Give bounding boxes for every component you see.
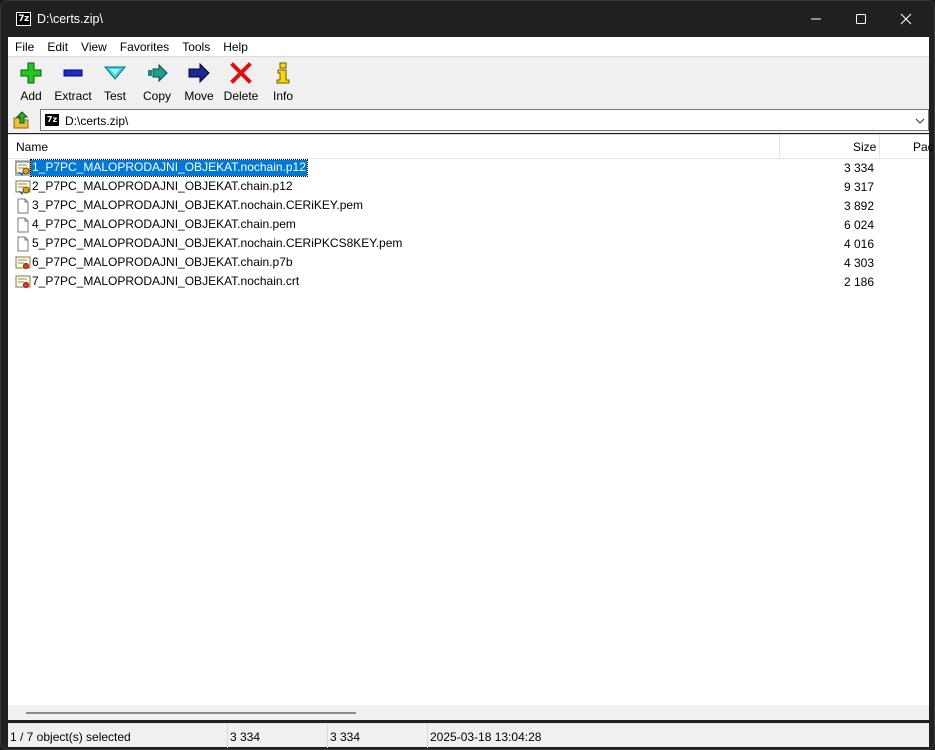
status-size: 3 334 <box>228 724 328 748</box>
file-row[interactable]: 5_P7PC_MALOPRODAJNI_OBJEKAT.nochain.CERi… <box>8 235 929 254</box>
extract-button[interactable]: Extract <box>52 57 94 107</box>
app-window: 7z D:\certs.zip\ File Edit View Favorite… <box>0 0 935 750</box>
window-title: D:\certs.zip\ <box>37 12 103 26</box>
status-bar: 1 / 7 object(s) selected 3 334 3 334 202… <box>8 723 929 748</box>
maximize-button[interactable] <box>838 1 884 37</box>
file-icon <box>15 217 31 233</box>
file-name: 3_P7PC_MALOPRODAJNI_OBJEKAT.nochain.CERi… <box>32 198 364 212</box>
add-button[interactable]: Add <box>10 57 52 107</box>
copy-icon <box>148 63 168 83</box>
column-packed[interactable]: Pac <box>913 140 934 154</box>
7zip-archive-icon: 7z <box>45 114 59 126</box>
file-icon <box>15 198 31 214</box>
file-icon <box>15 236 31 252</box>
pfx-certificate-icon <box>15 160 31 176</box>
maximize-icon <box>856 14 866 24</box>
menu-file[interactable]: File <box>8 37 40 56</box>
horizontal-scrollbar[interactable] <box>8 705 929 720</box>
file-name: 4_P7PC_MALOPRODAJNI_OBJEKAT.chain.pem <box>32 217 296 231</box>
file-rows: 1_P7PC_MALOPRODAJNI_OBJEKAT.nochain.p12 3… <box>8 159 929 292</box>
address-bar: 7z D:\certs.zip\ <box>8 107 929 133</box>
file-size: 4 016 <box>843 237 874 251</box>
move-icon <box>188 62 210 84</box>
status-selection: 1 / 7 object(s) selected <box>8 724 228 748</box>
file-row[interactable]: 3_P7PC_MALOPRODAJNI_OBJEKAT.nochain.CERi… <box>8 197 929 216</box>
menu-tools[interactable]: Tools <box>175 37 216 56</box>
column-separator[interactable] <box>779 135 780 159</box>
menu-bar: File Edit View Favorites Tools Help <box>8 37 929 56</box>
info-label: Info <box>272 89 293 103</box>
certificate-icon <box>15 255 31 271</box>
info-icon <box>276 62 290 84</box>
file-row[interactable]: 6_P7PC_MALOPRODAJNI_OBJEKAT.chain.p7b 4 3… <box>8 254 929 273</box>
add-icon <box>20 62 42 84</box>
file-name: 2_P7PC_MALOPRODAJNI_OBJEKAT.chain.p12 <box>32 179 293 193</box>
file-size: 3 892 <box>843 199 874 213</box>
file-row[interactable]: 1_P7PC_MALOPRODAJNI_OBJEKAT.nochain.p12 3… <box>8 159 929 178</box>
certificate-icon <box>15 274 31 290</box>
extract-label: Extract <box>54 89 92 103</box>
move-button[interactable]: Move <box>178 57 220 107</box>
file-size: 6 024 <box>843 218 874 232</box>
test-label: Test <box>103 89 126 103</box>
copy-label: Copy <box>142 89 171 103</box>
address-path: D:\certs.zip\ <box>65 114 129 128</box>
column-size[interactable]: Size <box>853 140 876 154</box>
info-button[interactable]: Info <box>262 57 304 107</box>
file-size: 2 186 <box>843 275 874 289</box>
address-field[interactable]: 7z D:\certs.zip\ <box>40 109 929 131</box>
menu-favorites[interactable]: Favorites <box>113 37 175 56</box>
file-name: 5_P7PC_MALOPRODAJNI_OBJEKAT.nochain.CERi… <box>32 236 403 250</box>
menu-view[interactable]: View <box>74 37 113 56</box>
file-name: 6_P7PC_MALOPRODAJNI_OBJEKAT.chain.p7b <box>32 255 293 269</box>
up-folder-button[interactable] <box>12 111 30 129</box>
minimize-icon <box>811 18 821 20</box>
chevron-down-icon[interactable] <box>913 114 927 128</box>
copy-button[interactable]: Copy <box>136 57 178 107</box>
extract-icon <box>63 69 83 77</box>
column-header: Name Size Pac <box>8 135 934 159</box>
minimize-button[interactable] <box>793 1 839 37</box>
file-row[interactable]: 2_P7PC_MALOPRODAJNI_OBJEKAT.chain.p12 9 3… <box>8 178 929 197</box>
test-icon <box>104 66 126 80</box>
file-size: 3 334 <box>843 161 874 175</box>
delete-icon <box>230 62 252 84</box>
move-label: Move <box>184 89 214 103</box>
title-bar[interactable]: 7z D:\certs.zip\ <box>1 1 934 37</box>
status-modified: 2025-03-18 13:04:28 <box>430 730 542 744</box>
close-icon <box>900 13 912 25</box>
status-packed: 3 334 <box>328 724 428 748</box>
file-list[interactable]: Name Size Pac 1_P7PC_MALOPRODAJNI_OBJEKA… <box>8 134 934 720</box>
scrollbar-thumb[interactable] <box>26 712 356 714</box>
file-name: 7_P7PC_MALOPRODAJNI_OBJEKAT.nochain.crt <box>32 274 300 288</box>
file-size: 4 303 <box>843 256 874 270</box>
column-separator[interactable] <box>879 135 880 159</box>
file-row[interactable]: 4_P7PC_MALOPRODAJNI_OBJEKAT.chain.pem 6 0… <box>8 216 929 235</box>
menu-help[interactable]: Help <box>216 37 254 56</box>
pfx-certificate-icon <box>15 179 31 195</box>
toolbar: Add Extract Test Copy Move Delete Info <box>8 56 929 107</box>
file-size: 9 317 <box>843 180 874 194</box>
column-name[interactable]: Name <box>16 140 48 154</box>
file-name: 1_P7PC_MALOPRODAJNI_OBJEKAT.nochain.p12 <box>30 159 308 177</box>
menu-edit[interactable]: Edit <box>40 37 74 56</box>
file-row[interactable]: 7_P7PC_MALOPRODAJNI_OBJEKAT.nochain.crt 2… <box>8 273 929 292</box>
close-button[interactable] <box>883 1 929 37</box>
up-folder-icon <box>13 111 29 129</box>
delete-button[interactable]: Delete <box>220 57 262 107</box>
7zip-app-icon: 7z <box>16 12 31 26</box>
add-label: Add <box>20 89 42 103</box>
test-button[interactable]: Test <box>94 57 136 107</box>
delete-label: Delete <box>223 89 259 103</box>
